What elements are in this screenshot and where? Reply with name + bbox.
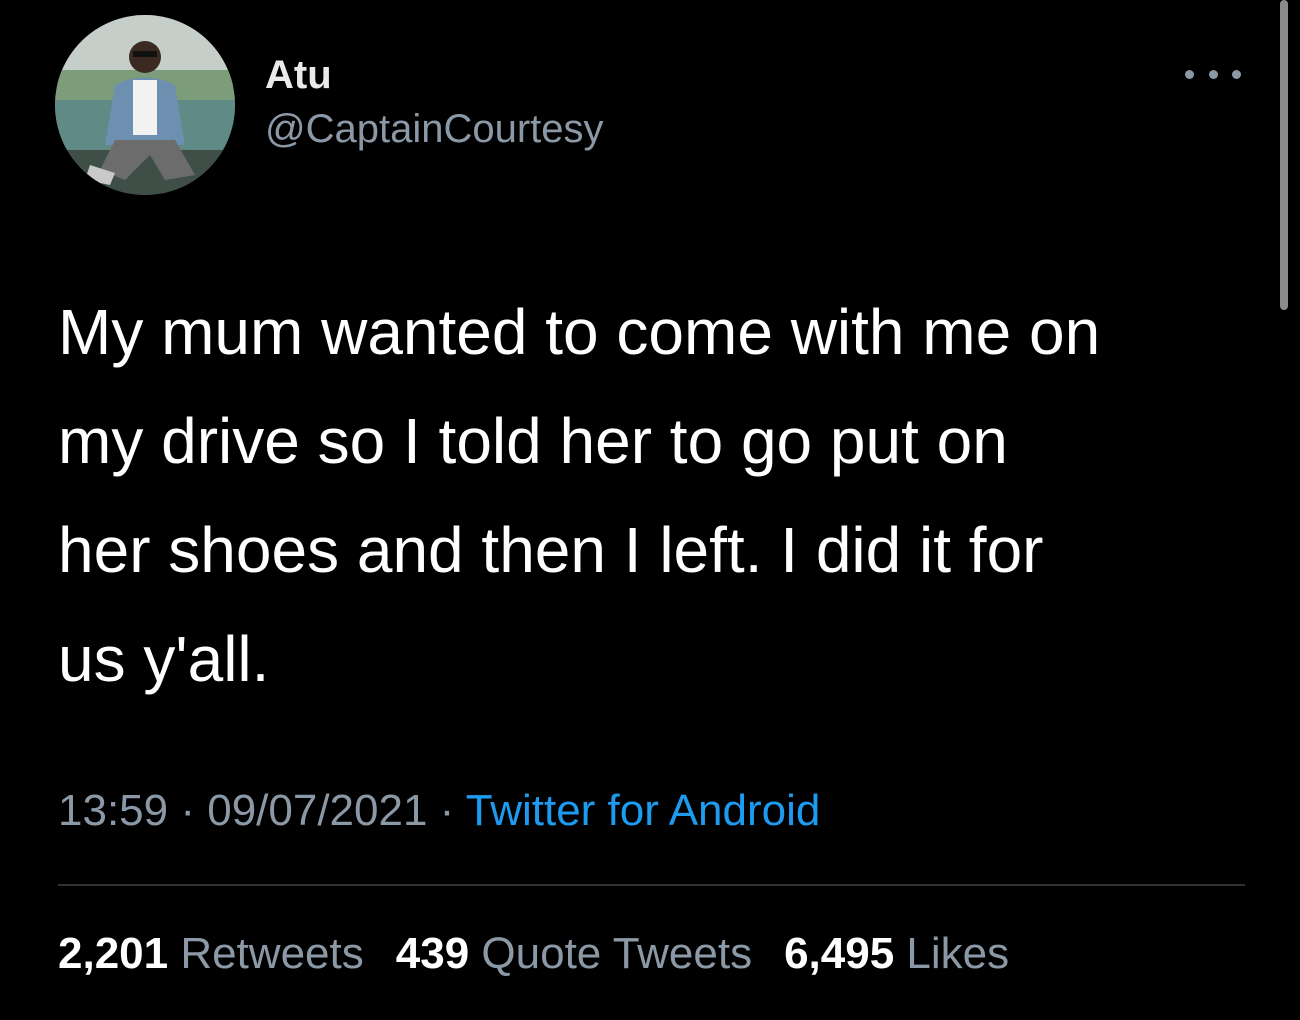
more-dot [1185,69,1194,79]
retweets-count: 2,201 [58,929,169,978]
quote-tweets-stat[interactable]: 439 Quote Tweets [396,929,752,978]
avatar[interactable] [55,15,235,195]
meta-separator: · [427,786,466,835]
username-handle[interactable]: @CaptainCourtesy [265,104,604,154]
more-dot [1208,69,1218,79]
tweet-metadata: 13:59 · 09/07/2021 · Twitter for Android [58,783,820,839]
engagement-stats: 2,201 Retweets 439 Quote Tweets 6,495 Like… [58,926,1009,982]
tweet-source-link[interactable]: Twitter for Android [466,786,821,835]
quote-tweets-count: 439 [395,929,470,978]
quote-tweets-label: Quote Tweets [469,929,753,978]
retweets-stat[interactable]: 2,201 Retweets [58,929,364,978]
retweets-label: Retweets [168,929,364,978]
more-options-icon[interactable] [1185,62,1241,86]
meta-separator: · [168,786,208,835]
user-info: Atu @CaptainCourtesy [265,50,604,154]
tweet-text: My mum wanted to come with me on my driv… [58,296,1101,695]
likes-label: Likes [894,929,1010,978]
tweet-detail: Atu @CaptainCourtesy My mum wanted to co… [0,0,1300,1020]
profile-photo-icon [55,15,235,195]
more-dot [1232,69,1241,79]
divider [58,884,1245,886]
tweet-date[interactable]: 09/07/2021 [207,786,427,835]
likes-stat[interactable]: 6,495 Likes [784,929,1009,978]
likes-count: 6,495 [784,929,895,978]
tweet-time[interactable]: 13:59 [58,786,168,835]
scrollbar[interactable] [1280,0,1288,310]
display-name[interactable]: Atu [265,50,604,100]
